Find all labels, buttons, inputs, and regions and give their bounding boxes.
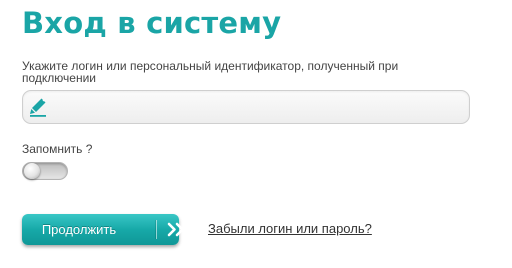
- login-input[interactable]: [53, 95, 463, 119]
- remember-label: Запомнить ?: [22, 142, 93, 156]
- remember-toggle[interactable]: [22, 162, 68, 180]
- page-title: Вход в систему: [22, 6, 282, 40]
- login-field[interactable]: [22, 90, 470, 124]
- continue-button[interactable]: Продолжить: [22, 214, 184, 245]
- forgot-password-link[interactable]: Забыли логин или пароль?: [208, 221, 372, 236]
- toggle-knob: [24, 163, 40, 179]
- double-chevron-right-icon: [167, 222, 187, 237]
- continue-button-label: Продолжить: [41, 222, 117, 237]
- button-separator: [156, 220, 157, 239]
- pencil-icon: [29, 96, 49, 118]
- login-hint: Укажите логин или персональный идентифик…: [22, 59, 399, 85]
